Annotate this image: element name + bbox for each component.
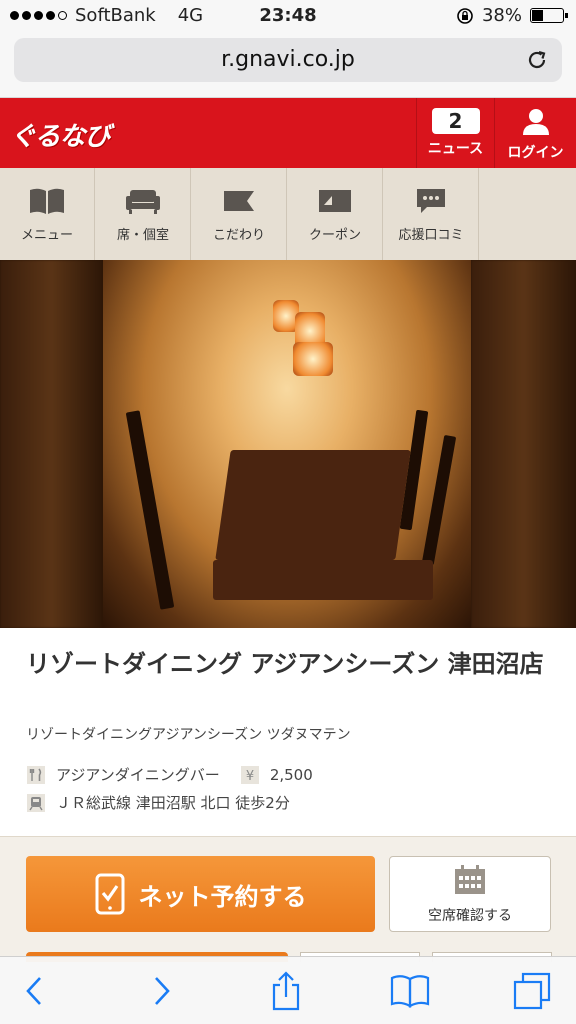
share-button[interactable] xyxy=(266,971,306,1011)
genre-row: アジアンダイニングバー ¥ 2,500 xyxy=(26,764,313,785)
open-book-icon xyxy=(390,975,430,1008)
calendar-icon xyxy=(455,865,485,894)
dining-table xyxy=(213,560,433,600)
train-icon xyxy=(26,793,46,813)
sofa-icon xyxy=(126,190,160,214)
speech-bubble-icon xyxy=(417,189,445,213)
share-icon xyxy=(272,971,300,1011)
news-button[interactable]: 2 ニュース xyxy=(416,98,494,168)
chevron-right-icon xyxy=(155,977,170,1005)
access-text: ＪＲ総武線 津田沼駅 北口 徒歩2分 xyxy=(56,794,290,812)
rotation-lock-icon xyxy=(457,7,473,24)
budget-text: 2,500 xyxy=(269,765,313,784)
tab-reviews[interactable]: 応援口コミ xyxy=(384,168,479,260)
forward-button[interactable] xyxy=(142,971,182,1011)
tabs-icon xyxy=(513,972,551,1010)
tabs-button[interactable] xyxy=(512,971,552,1011)
fork-knife-icon xyxy=(26,765,46,785)
chair xyxy=(125,410,175,610)
address-bar[interactable]: r.gnavi.co.jp xyxy=(14,38,562,82)
smartphone-check-icon xyxy=(95,873,124,915)
pendant-lamp xyxy=(293,342,333,376)
news-count-badge: 2 xyxy=(431,108,480,134)
tab-seats[interactable]: 席・個室 xyxy=(96,168,191,260)
access-row: ＪＲ総武線 津田沼駅 北口 徒歩2分 xyxy=(26,792,290,813)
bookmarks-button[interactable] xyxy=(390,971,430,1011)
photo-blur-right xyxy=(471,260,576,628)
genre-text: アジアンダイニングバー xyxy=(56,766,220,784)
url-text[interactable]: r.gnavi.co.jp xyxy=(14,47,562,72)
tab-kodawari[interactable]: こだわり xyxy=(192,168,287,260)
vacancy-check-button[interactable]: 空席確認する xyxy=(389,856,551,932)
login-label: ログイン xyxy=(507,145,564,161)
net-reservation-button[interactable]: ネット予約する xyxy=(26,856,375,932)
browser-toolbar xyxy=(0,956,576,1024)
gnavi-logo[interactable]: ぐるなび xyxy=(10,116,110,153)
user-icon xyxy=(522,109,549,135)
coupon-icon xyxy=(319,190,351,212)
photo-blur-left xyxy=(0,260,103,628)
shop-nav-tabs: メニュー 席・個室 こだわり クーポン 応援口コミ xyxy=(0,168,576,260)
dining-table xyxy=(215,450,411,560)
tab-menu-label: メニュー xyxy=(20,228,73,243)
yen-icon: ¥ xyxy=(240,765,260,785)
flag-icon xyxy=(224,191,254,211)
restaurant-photo[interactable] xyxy=(0,260,576,628)
chevron-left-icon xyxy=(26,977,41,1005)
status-bar: SoftBank 4G 23:48 38% xyxy=(0,0,576,32)
tab-reviews-label: 応援口コミ xyxy=(398,228,464,243)
back-button[interactable] xyxy=(14,971,54,1011)
chair xyxy=(421,434,457,566)
site-header: ぐるなび 2 ニュース ログイン xyxy=(0,98,576,168)
svg-text:¥: ¥ xyxy=(246,769,254,784)
battery-percent: 38% xyxy=(481,5,522,26)
login-button[interactable]: ログイン xyxy=(494,98,576,168)
tab-coupon[interactable]: クーポン xyxy=(288,168,383,260)
net-reservation-label: ネット予約する xyxy=(138,882,307,911)
shop-name-kana: リゾートダイニングアジアンシーズン ツダヌマテン xyxy=(26,727,351,743)
tab-seats-label: 席・個室 xyxy=(116,228,169,243)
tab-kodawari-label: こだわり xyxy=(212,228,265,243)
browser-address-area: r.gnavi.co.jp xyxy=(0,32,576,98)
tab-coupon-label: クーポン xyxy=(308,228,361,243)
battery-icon xyxy=(530,8,568,23)
reload-icon[interactable] xyxy=(524,47,550,73)
shop-name: リゾートダイニング アジアンシーズン 津田沼店 xyxy=(26,650,544,678)
tab-menu[interactable]: メニュー xyxy=(0,168,95,260)
vacancy-check-label: 空席確認する xyxy=(428,908,512,924)
book-icon xyxy=(30,188,64,214)
photo-main xyxy=(103,260,471,628)
news-label: ニュース xyxy=(427,141,484,157)
